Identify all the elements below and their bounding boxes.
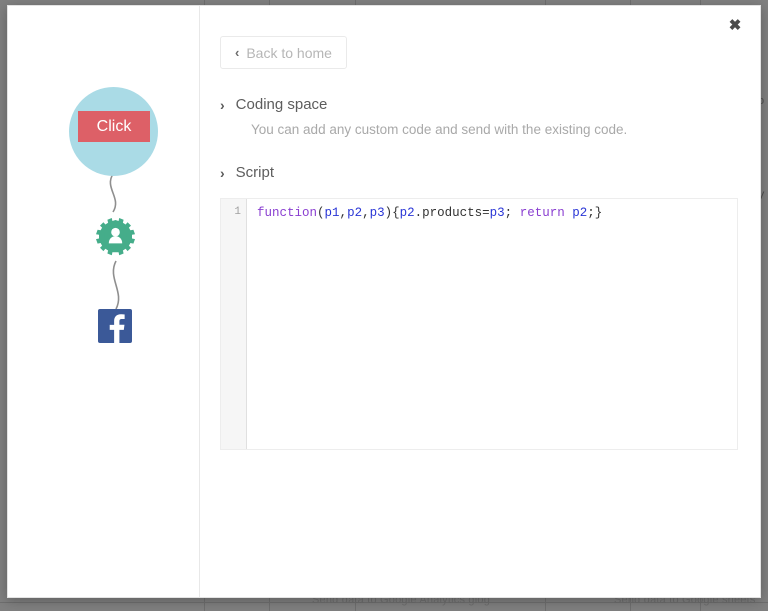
click-trigger-button[interactable]: Click [78,111,150,142]
code-token-14: p2 [572,206,588,220]
flow-connectors [109,173,120,310]
code-token-10: p3 [489,206,505,220]
flow-node-facebook[interactable] [98,309,132,343]
script-code-editor[interactable]: 1 function(p1,p2,p3){p2.products=p3; ret… [220,198,738,450]
code-token-6: p3 [369,206,385,220]
coding-space-content: ‹ Back to home › Coding space You can ad… [201,6,760,597]
code-token-8: p2 [399,206,415,220]
editor-line-number: 1 [234,206,241,218]
editor-gutter: 1 [221,199,247,449]
code-token-4: p2 [347,206,363,220]
connector-click-to-gear [109,173,117,213]
back-to-home-label: Back to home [246,44,332,61]
code-token-2: p1 [324,206,340,220]
flow-node-click[interactable]: Click [69,87,158,176]
flow-node-gear[interactable] [95,218,136,259]
code-token-1: ( [317,206,325,220]
code-token-9: .products= [414,206,490,220]
code-token-15: ;} [587,206,603,220]
code-token-12: return [519,206,565,220]
chevron-left-icon: ‹ [235,45,240,60]
code-token-11: ; [504,206,520,220]
code-token-7: ){ [384,206,400,220]
coding-space-modal: ✖ Click ‹ Back to home › Coding space Yo… [7,5,761,598]
editor-code-area[interactable]: function(p1,p2,p3){p2.products=p3; retur… [248,199,737,449]
section-title-script: Script [235,164,275,181]
gear-icon [96,218,135,256]
back-to-home-button[interactable]: ‹ Back to home [220,36,347,69]
code-token-0: function [257,206,318,220]
section-header-coding-space[interactable]: › Coding space [220,96,738,113]
flow-diagram-panel: Click [8,6,200,597]
section-title-coding-space: Coding space [235,96,328,113]
facebook-icon [98,309,132,343]
code-token-3: , [339,206,348,220]
chevron-right-icon: › [220,96,225,113]
connector-gear-to-facebook [112,260,120,310]
chevron-right-icon: › [220,164,225,181]
section-header-script[interactable]: › Script [220,164,738,181]
section-description-coding-space: You can add any custom code and send wit… [251,122,628,137]
code-token-5: , [362,206,370,220]
